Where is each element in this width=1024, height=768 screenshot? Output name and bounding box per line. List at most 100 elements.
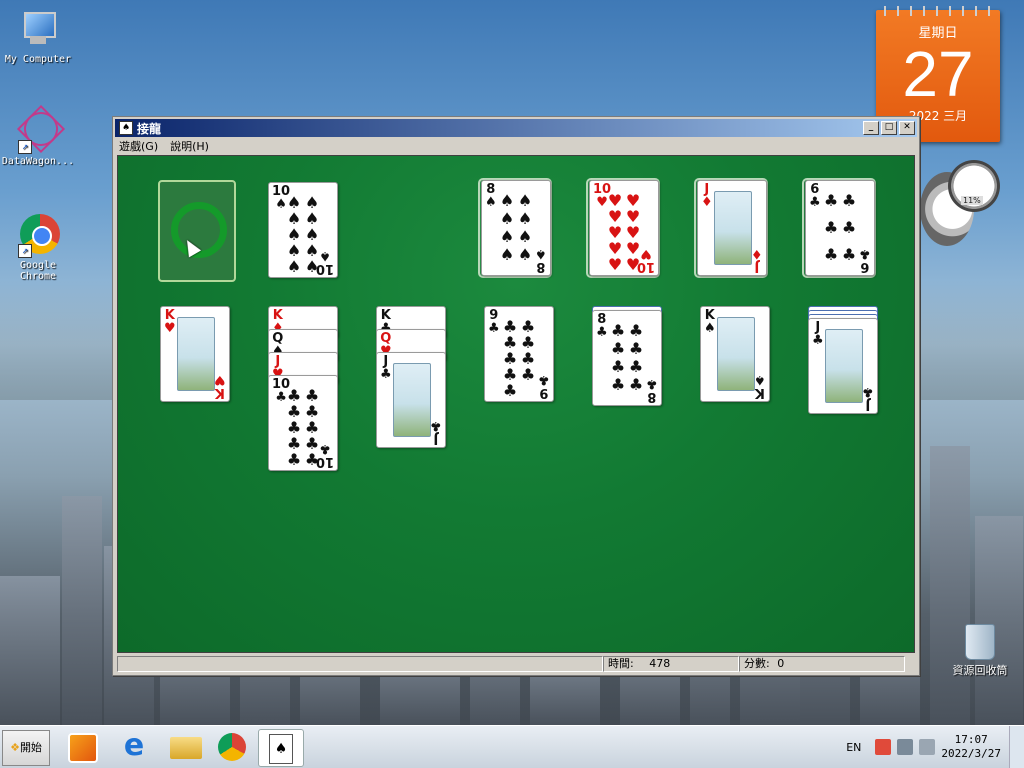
solitaire-app-icon: ♠ (119, 121, 133, 135)
card-pip-icon: ♠ (304, 257, 320, 276)
tableau-top-card[interactable]: K ♠ K ♠ (700, 306, 770, 402)
card-corner: J ♦ (701, 183, 713, 209)
card-corner-inverted: J ♣ (862, 384, 874, 412)
foundation-top-card[interactable]: 10 ♥ 10 ♥ ♥ ♥ ♥ ♥ ♥ ♥ ♥ ♥ ♥ ♥ (589, 180, 659, 276)
card-pip-icon: ♥ (607, 255, 623, 274)
taskbar-chrome[interactable] (210, 729, 254, 765)
card-corner-inverted: 6 ♣ (859, 246, 871, 274)
start-button[interactable]: ❖開始 (2, 730, 50, 766)
clock-date: 2022/3/27 (941, 747, 1001, 760)
wallpaper-building (62, 496, 102, 726)
status-time: 時間: 478 (603, 656, 739, 672)
card-pips: ♠ ♠ ♠ ♠ ♠ ♠ ♠ ♠ (498, 193, 534, 263)
desktop-icon-datawagon[interactable]: ↗ DataWagon... (0, 104, 76, 167)
card-pip-icon: ♣ (823, 245, 839, 264)
wallpaper-building (930, 446, 970, 726)
game-table[interactable]: 10 ♠ 10 ♠ ♠ ♠ ♠ ♠ ♠ ♠ ♠ ♠ ♠ ♠ 8 ♠ 8 ♠ ♠ ♠ ♠ ♠ ♠ ♠ ♠ ♠ 10 ♥ 10 ♥ ♥ ♥ ♥ ♥ ♥ ♥… (117, 155, 915, 653)
card-pip-icon: ♠ (517, 227, 533, 246)
taskbar: ❖開始 e ♠ EN 17:07 2022/3/27 (0, 725, 1024, 768)
tableau-top-card[interactable]: 10 ♣ 10 ♣ ♣ ♣ ♣ ♣ ♣ ♣ ♣ ♣ ♣ ♣ (268, 375, 338, 471)
card-corner-inverted: 8 ♣ (646, 376, 658, 404)
card-corner: J ♣ (812, 321, 824, 347)
card-pip-icon: ♣ (286, 450, 302, 469)
card-pip-icon: ♣ (304, 450, 320, 469)
card-suit-icon: ♣ (809, 195, 821, 210)
datawagon-icon: ↗ (16, 104, 66, 154)
score-value: 0 (777, 657, 785, 670)
system-tray: EN 17:07 2022/3/27 (846, 726, 1024, 768)
tableau-top-card[interactable]: 8 ♣ 8 ♣ ♣ ♣ ♣ ♣ ♣ ♣ ♣ ♣ (592, 310, 662, 406)
recycle-bin-icon (965, 624, 995, 660)
windows-logo-icon: ❖ (10, 741, 20, 754)
card-pip-icon: ♠ (499, 245, 515, 264)
close-button[interactable]: ✕ (899, 121, 915, 135)
tableau-top-card[interactable]: J ♣ J ♣ (808, 318, 878, 414)
taskbar-media-player[interactable] (60, 729, 104, 765)
card-corner: 6 ♣ (809, 183, 821, 209)
volume-icon[interactable] (919, 739, 936, 755)
show-desktop-button[interactable] (1009, 726, 1024, 768)
card-corner: K ♥ (164, 309, 176, 335)
waste-top-card[interactable]: 10 ♠ 10 ♠ ♠ ♠ ♠ ♠ ♠ ♠ ♠ ♠ ♠ ♠ (268, 182, 338, 278)
card-suit-icon: ♠ (704, 321, 716, 336)
card-corner: 9 ♣ (488, 309, 500, 335)
network-icon[interactable] (897, 739, 914, 755)
card-pips: ♣ ♣ ♣ ♣ ♣ ♣ ♣ ♣ ♣ ♣ (285, 388, 321, 468)
card-pip-icon: ♣ (628, 357, 644, 376)
desktop-icon-my-computer[interactable]: My Computer (0, 8, 76, 65)
stock-pile-empty[interactable] (158, 180, 236, 282)
window-title: 接龍 (137, 121, 162, 136)
action-center-flag-icon[interactable] (875, 739, 892, 755)
desktop-icon-chrome[interactable]: ↗ Google Chrome (0, 214, 76, 282)
taskbar-file-explorer[interactable] (164, 729, 208, 765)
title-bar[interactable]: ♠ 接龍 _ □ ✕ (115, 119, 917, 137)
card-pips: ♣ ♣ ♣ ♣ ♣ ♣ ♣ ♣ (609, 323, 645, 393)
taskbar-internet-explorer[interactable]: e (112, 729, 156, 765)
card-pip-icon: ♣ (841, 218, 857, 237)
meter-percent: 11% (961, 196, 983, 205)
card-pip-icon: ♠ (517, 209, 533, 228)
card-pip-icon: ♣ (628, 321, 644, 340)
foundation-top-card[interactable]: J ♦ J ♦ (697, 180, 767, 276)
tableau-top-card[interactable]: 9 ♣ 9 ♣ ♣ ♣ ♣ ♣ ♣ ♣ ♣ ♣ ♣ (484, 306, 554, 402)
card-pip-icon: ♣ (841, 245, 857, 264)
card-pip-icon: ♥ (625, 255, 641, 274)
card-pip-icon: ♠ (517, 191, 533, 210)
maximize-button[interactable]: □ (881, 121, 897, 135)
foundation-top-card[interactable]: 8 ♠ 8 ♠ ♠ ♠ ♠ ♠ ♠ ♠ ♠ ♠ (481, 180, 551, 276)
card-suit-icon: ♠ (485, 195, 497, 210)
status-blank (117, 656, 603, 672)
clock[interactable]: 17:07 2022/3/27 (941, 733, 1001, 761)
taskbar-solitaire[interactable]: ♠ (258, 729, 304, 767)
card-pip-icon: ♠ (517, 245, 533, 264)
card-pip-icon: ♠ (499, 209, 515, 228)
time-label: 時間: (608, 657, 634, 670)
card-pip-icon: ♣ (610, 321, 626, 340)
clock-time: 17:07 (954, 733, 988, 746)
score-label: 分數: (744, 657, 770, 670)
card-corner-inverted: K ♥ (214, 372, 226, 400)
tableau-top-card[interactable]: J ♣ J ♣ (376, 352, 446, 448)
solitaire-window[interactable]: ♠ 接龍 _ □ ✕ 遊戲(G) 說明(H) 10 ♠ 10 ♠ ♠ ♠ ♠ ♠ ♠ ♠ ♠ ♠ ♠ ♠ 8… (112, 116, 920, 676)
card-pip-icon: ♠ (499, 227, 515, 246)
card-suit-icon: ♦ (701, 195, 713, 210)
foundation-top-card[interactable]: 6 ♣ 6 ♣ ♣ ♣ ♣ ♣ ♣ ♣ (805, 180, 875, 276)
card-corner-inverted: 9 ♣ (538, 372, 550, 400)
language-indicator[interactable]: EN (846, 741, 861, 754)
calendar-day: 27 (902, 38, 974, 110)
desktop-icon-recycle-bin[interactable]: 資源回收筒 (940, 624, 1020, 678)
shortcut-arrow-icon: ↗ (18, 140, 32, 154)
menu-game[interactable]: 遊戲(G) (119, 139, 158, 155)
card-suit-icon: ♣ (596, 325, 608, 340)
minimize-button[interactable]: _ (863, 121, 879, 135)
card-suit-icon: ♣ (488, 321, 500, 336)
media-player-icon (68, 733, 98, 763)
menu-bar: 遊戲(G) 說明(H) (113, 139, 919, 155)
face-card-art (825, 329, 863, 403)
card-corner-inverted: J ♦ (751, 246, 763, 274)
menu-help[interactable]: 說明(H) (170, 139, 209, 155)
cpu-meter-gadget[interactable]: 11% (920, 160, 1000, 250)
tableau-top-card[interactable]: K ♥ K ♥ (160, 306, 230, 402)
face-card-art (714, 191, 752, 265)
card-pips: ♠ ♠ ♠ ♠ ♠ ♠ ♠ ♠ ♠ ♠ (285, 195, 321, 275)
